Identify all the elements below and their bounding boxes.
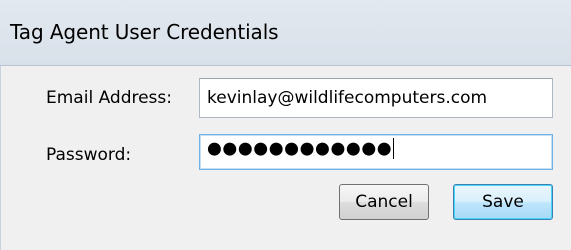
text-caret [393, 138, 395, 159]
password-mask: ●●●●●●●●●●●● [207, 138, 393, 159]
email-value: kevinlay@wildlifecomputers.com [207, 88, 488, 108]
password-value: ●●●●●●●●●●●● [207, 138, 395, 159]
cancel-button[interactable]: Cancel [339, 184, 429, 220]
window-border-highlight [1, 66, 2, 250]
credentials-dialog: Tag Agent User Credentials Email Address… [0, 0, 571, 250]
save-button[interactable]: Save [453, 184, 553, 220]
password-field[interactable]: ●●●●●●●●●●●● [199, 134, 553, 170]
password-label: Password: [46, 145, 132, 165]
title-bar[interactable]: Tag Agent User Credentials [0, 0, 571, 66]
email-label: Email Address: [46, 88, 172, 108]
email-field[interactable]: kevinlay@wildlifecomputers.com [199, 78, 553, 118]
screen: Tag Agent User Credentials Email Address… [0, 0, 571, 250]
window-title: Tag Agent User Credentials [10, 20, 279, 44]
